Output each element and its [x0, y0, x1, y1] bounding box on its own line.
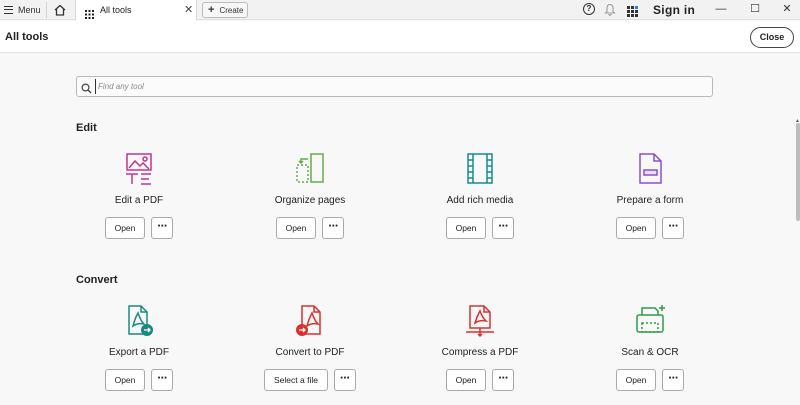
edit-pdf-icon: [122, 152, 156, 186]
tool-label: Compress a PDF: [441, 347, 519, 358]
open-button[interactable]: Open: [615, 217, 657, 239]
scan-ocr-icon: [633, 304, 667, 338]
create-button[interactable]: + Create: [202, 2, 248, 18]
apps-icon[interactable]: [627, 4, 638, 22]
plus-icon: +: [208, 4, 215, 16]
tool-label: Add rich media: [446, 195, 514, 206]
tool-card-edit-pdf: Edit a PDF Open ⋯: [59, 152, 219, 252]
more-options-button[interactable]: ⋯: [151, 217, 174, 239]
select-file-button[interactable]: Select a file: [264, 369, 328, 391]
maximize-button[interactable]: ☐: [745, 1, 765, 17]
tool-card-prepare-form: Prepare a form Open ⋯: [570, 152, 730, 252]
tool-label: Scan & OCR: [621, 347, 679, 358]
window-close-button[interactable]: ✕: [777, 1, 797, 17]
tool-card-add-rich-media: Add rich media Open ⋯: [400, 152, 560, 252]
tool-card-scan-ocr: Scan & OCR Open ⋯: [570, 304, 730, 404]
close-icon[interactable]: ✕: [184, 3, 193, 17]
export-pdf-icon: [122, 304, 156, 338]
more-options-button[interactable]: ⋯: [333, 369, 356, 391]
minimize-button[interactable]: —: [711, 1, 731, 17]
tool-label: Export a PDF: [108, 347, 170, 358]
section-title-edit: Edit: [76, 122, 97, 134]
open-button[interactable]: Open: [275, 217, 317, 239]
page-header: All tools Close: [0, 21, 800, 53]
vertical-scrollbar[interactable]: [796, 123, 800, 221]
tool-card-compress-pdf: Compress a PDF Open ⋯: [400, 304, 560, 404]
open-button[interactable]: Open: [445, 369, 487, 391]
tool-card-convert-to-pdf: Convert to PDF Select a file ⋯: [230, 304, 390, 404]
more-options-button[interactable]: ⋯: [492, 217, 515, 239]
tab-label: All tools: [100, 5, 132, 15]
more-options-button[interactable]: ⋯: [662, 217, 685, 239]
tool-label: Prepare a form: [616, 195, 684, 206]
rich-media-icon: [463, 152, 497, 186]
more-options-button[interactable]: ⋯: [151, 369, 174, 391]
more-options-button[interactable]: ⋯: [492, 369, 515, 391]
open-button[interactable]: Open: [445, 217, 487, 239]
page-title: All tools: [5, 31, 49, 43]
section-title-convert: Convert: [76, 274, 118, 286]
prepare-form-icon: [633, 152, 667, 186]
tool-label: Convert to PDF: [275, 347, 345, 358]
tool-label: Organize pages: [274, 195, 346, 206]
compress-pdf-icon: [463, 304, 497, 338]
search-input[interactable]: [95, 79, 695, 94]
search-icon: [81, 81, 92, 99]
menu-label: Menu: [18, 5, 41, 15]
more-options-button[interactable]: ⋯: [662, 369, 685, 391]
organize-pages-icon: [293, 152, 327, 186]
divider: [46, 2, 47, 18]
title-bar: Menu All tools ✕ + Create ? Sign in — ☐ …: [0, 0, 800, 22]
menu-button[interactable]: Menu: [4, 3, 41, 17]
convert-pdf-icon: [293, 304, 327, 338]
create-label: Create: [219, 5, 244, 15]
open-button[interactable]: Open: [615, 369, 657, 391]
search-box[interactable]: [76, 76, 713, 97]
open-button[interactable]: Open: [104, 369, 146, 391]
help-icon[interactable]: ?: [583, 3, 595, 15]
hamburger-icon: [4, 6, 13, 14]
more-options-button[interactable]: ⋯: [322, 217, 345, 239]
tool-label: Edit a PDF: [114, 195, 164, 206]
close-button[interactable]: Close: [750, 27, 794, 48]
sign-in-link[interactable]: Sign in: [653, 3, 695, 17]
bell-icon[interactable]: [604, 3, 616, 21]
tab-all-tools[interactable]: All tools ✕: [75, 0, 197, 21]
open-button[interactable]: Open: [104, 217, 146, 239]
tool-card-organize-pages: Organize pages Open ⋯: [230, 152, 390, 252]
home-icon[interactable]: [53, 3, 67, 17]
tool-card-export-pdf: Export a PDF Open ⋯: [59, 304, 219, 404]
